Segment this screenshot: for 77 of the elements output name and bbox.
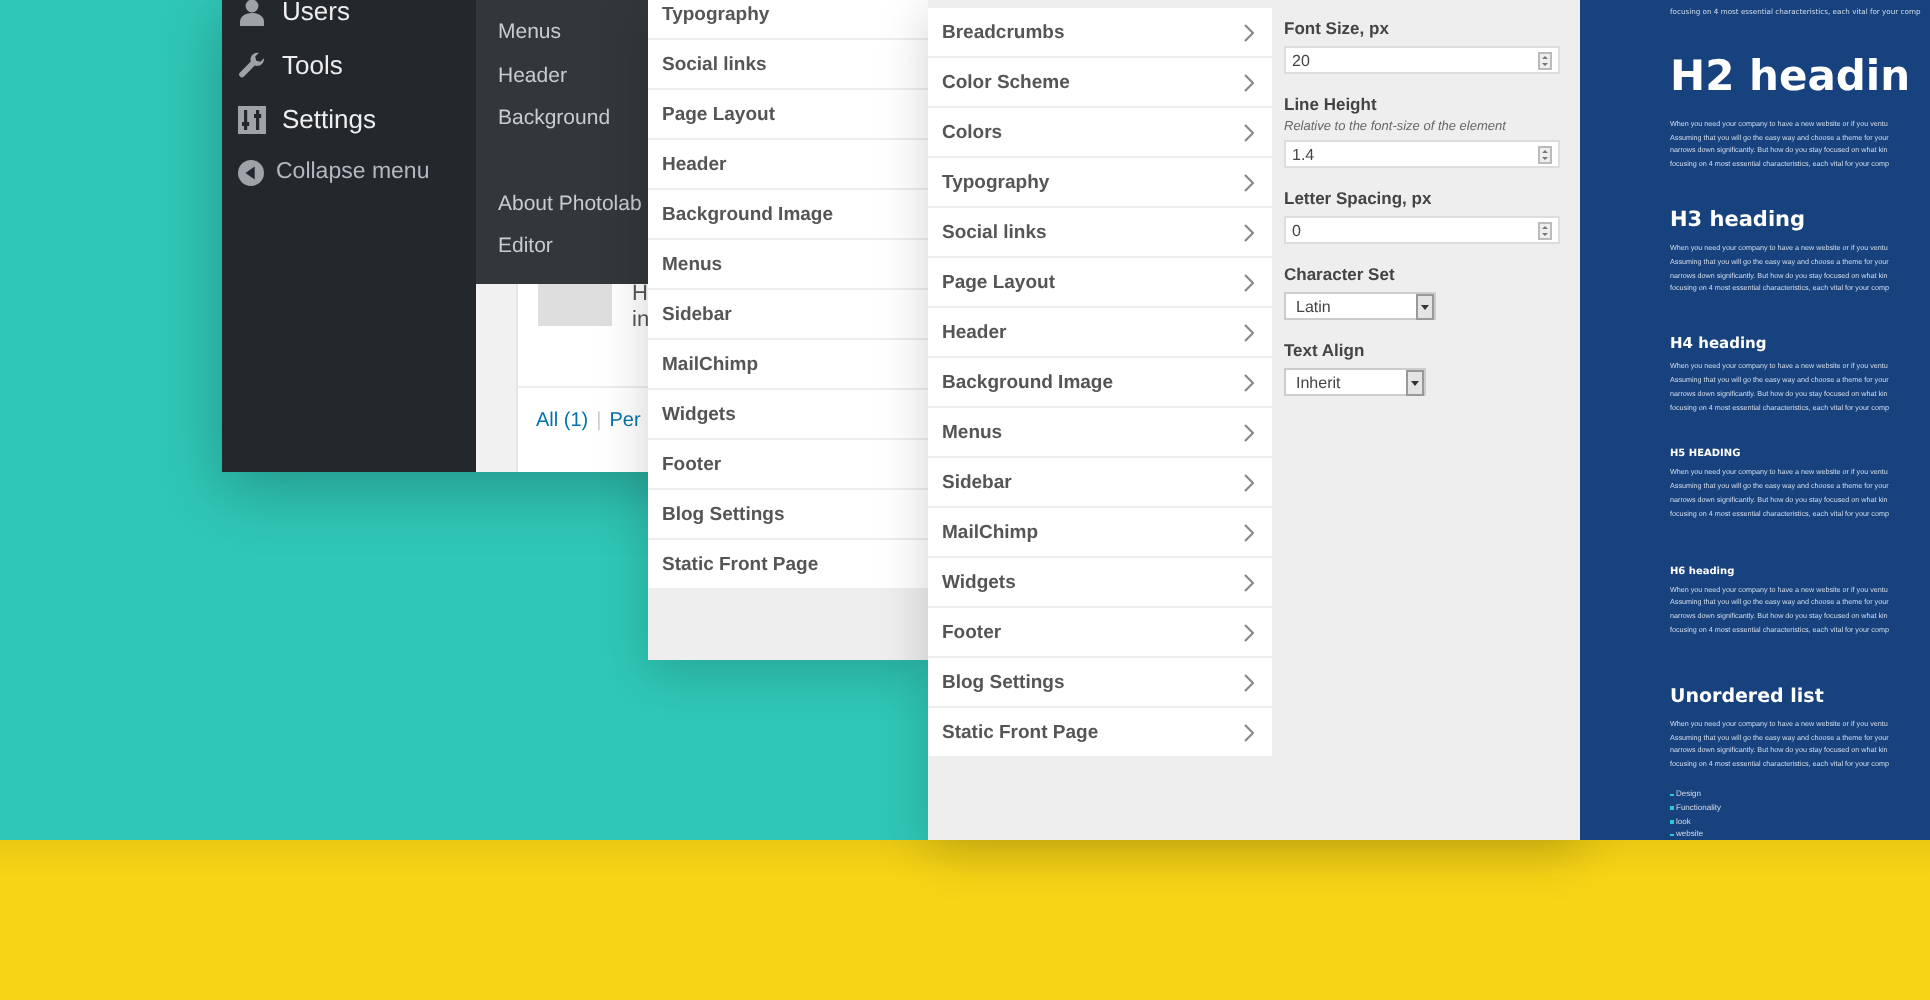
heading: H2 headin: [1670, 51, 1913, 100]
filter-separator: |: [596, 410, 602, 432]
spinner-icon[interactable]: [1538, 51, 1552, 69]
field-label: Text Align: [1284, 340, 1367, 360]
submenu-item[interactable]: Menus: [476, 12, 562, 55]
comment-text: in: [632, 308, 650, 334]
customizer-section[interactable]: Social links: [648, 40, 928, 88]
user-icon: [238, 0, 266, 25]
chevron-right-icon: [1244, 273, 1254, 291]
chevron-right-icon: [1244, 423, 1254, 441]
chevron-right-icon: [1244, 723, 1254, 741]
chevron-right-icon: [1244, 523, 1254, 541]
customizer-section[interactable]: Widgets: [928, 558, 1272, 606]
submenu-item[interactable]: Background: [476, 98, 611, 141]
filter-link[interactable]: Per: [609, 410, 641, 432]
dropdown-field[interactable]: Latin: [1284, 292, 1436, 320]
number-field[interactable]: 0: [1284, 216, 1560, 244]
customizer-section[interactable]: Blog Settings: [928, 658, 1272, 706]
chevron-right-icon: [1244, 23, 1254, 41]
chevron-right-icon: [1244, 623, 1254, 641]
customizer-section[interactable]: Page Layout: [928, 258, 1272, 306]
customizer-section[interactable]: Background Image: [928, 358, 1272, 406]
customizer-section[interactable]: Breadcrumbs: [928, 8, 1272, 56]
chevron-right-icon: [1244, 223, 1254, 241]
chevron-right-icon: [1244, 173, 1254, 191]
chevron-right-icon: [1244, 673, 1254, 691]
customizer-section[interactable]: Sidebar: [648, 290, 928, 338]
chevron-right-icon: [1244, 473, 1254, 491]
dropdown-field[interactable]: Inherit: [1284, 368, 1426, 396]
customizer-section[interactable]: Header: [928, 308, 1272, 356]
collapse-menu-button[interactable]: Collapse menu: [222, 146, 476, 198]
submenu-item[interactable]: Header: [476, 55, 567, 98]
field-label: Line Height: [1284, 94, 1379, 114]
customizer-section[interactable]: Footer: [928, 608, 1272, 656]
customizer-section[interactable]: Social links: [928, 208, 1272, 256]
customizer-section[interactable]: Typography: [648, 0, 928, 38]
field-label: Letter Spacing, px: [1284, 188, 1434, 208]
chevron-right-icon: [1244, 573, 1254, 591]
submenu-item[interactable]: Editor: [476, 226, 553, 269]
chevron-right-icon: [1244, 123, 1254, 141]
customizer-section[interactable]: Static Front Page: [648, 540, 928, 588]
heading: Unordered list: [1670, 685, 1826, 708]
filter-link[interactable]: All (1): [536, 410, 589, 432]
wrench-icon: [238, 51, 266, 79]
spinner-icon[interactable]: [1538, 145, 1552, 163]
admin-menu-item[interactable]: Tools: [222, 38, 476, 92]
settings-icon: [238, 105, 266, 133]
heading: H3 heading: [1670, 207, 1808, 232]
customizer-section[interactable]: Static Front Page: [928, 708, 1272, 756]
customizer-section[interactable]: MailChimp: [928, 508, 1272, 556]
field-label: Font Size, px: [1284, 18, 1391, 38]
chevron-right-icon: [1244, 373, 1254, 391]
customizer-section[interactable]: Widgets: [648, 390, 928, 438]
field-label: Character Set: [1284, 264, 1397, 284]
customizer-section[interactable]: Page Layout: [648, 90, 928, 138]
customizer-section[interactable]: MailChimp: [648, 340, 928, 388]
avatar-placeholder: [538, 282, 612, 326]
customizer-section[interactable]: Background Image: [648, 190, 928, 238]
comment-text: H: [632, 282, 650, 308]
chevron-right-icon: [1244, 73, 1254, 91]
customizer-section[interactable]: Typography: [928, 158, 1272, 206]
customizer-section[interactable]: Colors: [928, 108, 1272, 156]
customizer-section[interactable]: Sidebar: [928, 458, 1272, 506]
customizer-section[interactable]: Menus: [648, 240, 928, 288]
collapse-icon: [238, 159, 264, 185]
chevron-right-icon: [1244, 323, 1254, 341]
submenu-item[interactable]: About Photolab: [476, 183, 642, 226]
spinner-icon[interactable]: [1538, 221, 1552, 239]
number-field[interactable]: 1.4: [1284, 140, 1560, 168]
number-field[interactable]: 20: [1284, 46, 1560, 74]
customizer-section[interactable]: Menus: [928, 408, 1272, 456]
customizer-section[interactable]: Footer: [648, 440, 928, 488]
customizer-section[interactable]: Blog Settings: [648, 490, 928, 538]
admin-menu-item[interactable]: Settings: [222, 92, 476, 146]
customizer-section[interactable]: Color Scheme: [928, 58, 1272, 106]
customizer-section[interactable]: Header: [648, 140, 928, 188]
admin-menu-item[interactable]: Users: [222, 0, 476, 38]
